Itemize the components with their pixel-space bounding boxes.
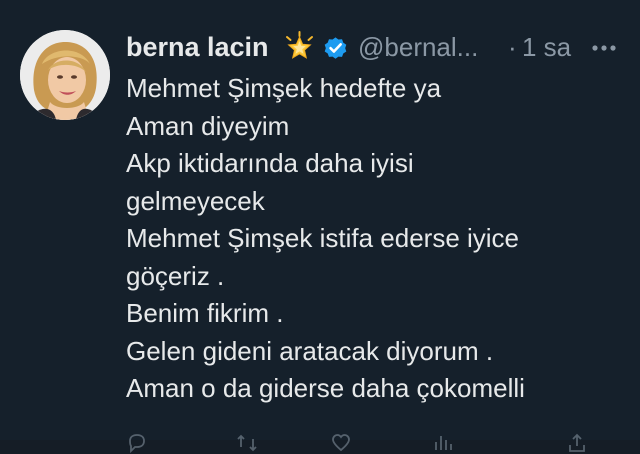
- tweet-text-line: Mehmet Şimşek hedefte ya: [126, 73, 442, 103]
- tweet-actions: [126, 424, 626, 454]
- tweet-text-line: Akp iktidarında daha iyisi: [126, 148, 414, 178]
- tweet-timestamp[interactable]: 1 sa: [522, 30, 571, 64]
- share-icon: [569, 433, 585, 452]
- heart-icon: [332, 434, 350, 452]
- tweet-text-line: Gelen gideni aratacak diyorum .: [126, 335, 494, 366]
- tweet-header: berna lacin @bernal... · 1 sa: [126, 30, 626, 64]
- avatar-photo: [20, 30, 110, 120]
- tweet-text-line: Mehmet Şimşek istifa ederse iyice: [126, 223, 520, 253]
- tweet-text-line: Benim fikrim .: [126, 298, 284, 328]
- separator-dot: ·: [508, 32, 517, 62]
- author-name[interactable]: berna lacin: [126, 30, 269, 64]
- tweet-text-line: gelmeyecek: [126, 185, 265, 216]
- more-horizontal-icon[interactable]: [584, 34, 624, 62]
- retweet-icon: [237, 434, 257, 452]
- tweet-text-line: Aman diyeyim: [126, 110, 290, 141]
- tweet-text-line: göçeriz .: [126, 260, 225, 291]
- views-icon: [435, 436, 452, 450]
- reply-icon: [129, 434, 145, 454]
- tweet-card[interactable]: berna lacin @bernal... · 1 sa Mehmet Şim…: [0, 0, 640, 454]
- glowing-star-icon: [284, 31, 315, 62]
- author-handle[interactable]: @bernal...: [358, 30, 478, 64]
- tweet-text-line: Aman o da giderse daha çokomelli: [126, 373, 525, 403]
- tweet-text: Mehmet Şimşek hedefte ya Aman diyeyim Ak…: [126, 70, 626, 408]
- avatar[interactable]: [20, 30, 110, 120]
- verified-badge-icon[interactable]: [322, 34, 349, 61]
